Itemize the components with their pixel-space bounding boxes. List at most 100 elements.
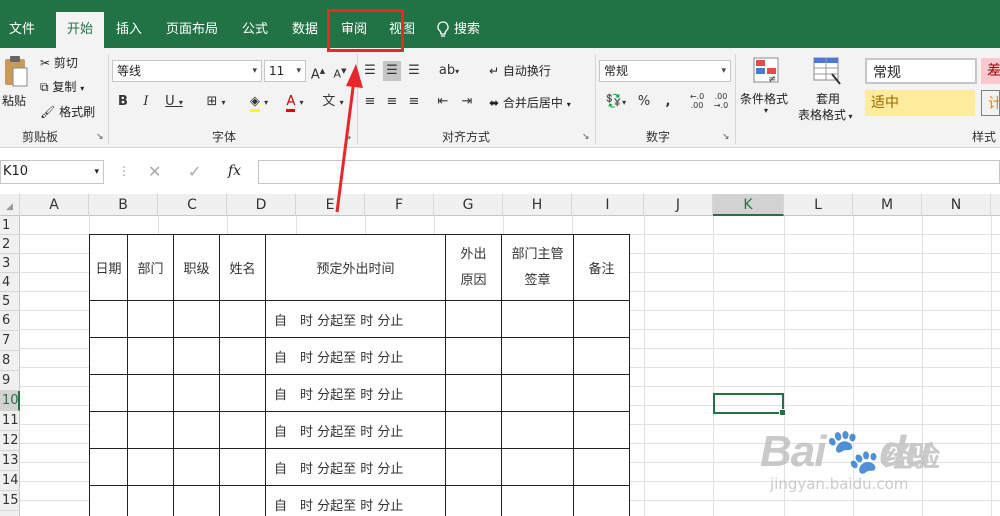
form-cell[interactable] [445, 300, 502, 338]
form-cell[interactable] [127, 485, 174, 516]
tab-formulas[interactable]: 公式 [234, 12, 276, 48]
row-header[interactable]: 1 [0, 216, 20, 235]
header-name[interactable]: 姓名 [219, 234, 266, 301]
borders-button[interactable]: ⊞ ▾ [200, 92, 232, 112]
format-as-table-button[interactable]: 套用 表格格式 ▾ [798, 54, 860, 126]
insert-function-button[interactable]: fx [228, 163, 241, 179]
copy-button[interactable]: ⧉ 复制 ▾ [40, 78, 84, 95]
form-cell[interactable] [173, 411, 220, 449]
form-cell[interactable] [573, 374, 630, 412]
phonetic-button[interactable]: 文 ▾ [318, 92, 348, 112]
row-header[interactable]: 9 [0, 371, 20, 391]
form-cell[interactable] [573, 300, 630, 338]
form-cell[interactable] [219, 374, 266, 412]
dialog-launcher-icon[interactable]: ↘ [582, 132, 590, 142]
form-cell[interactable] [127, 411, 174, 449]
wrap-text-button[interactable]: ↵ 自动换行 [489, 62, 551, 79]
form-cell[interactable] [501, 300, 574, 338]
merge-center-button[interactable]: ⬌ 合并后居中 ▾ [489, 94, 571, 111]
row-header[interactable]: 11 [0, 411, 20, 431]
header-reason[interactable]: 外出 原因 [445, 234, 502, 301]
row-header-selected[interactable]: 10 [0, 391, 20, 411]
column-header[interactable]: D [227, 194, 296, 216]
style-normal[interactable]: 常规 [865, 58, 977, 84]
form-cell[interactable] [127, 448, 174, 486]
tab-page-layout[interactable]: 页面布局 [158, 12, 226, 48]
column-header[interactable]: J [644, 194, 713, 216]
form-cell[interactable] [89, 485, 128, 516]
currency-button[interactable]: 💱▾ [601, 92, 631, 112]
align-top-icon[interactable]: ☰ [361, 61, 379, 81]
column-header-selected[interactable]: K [713, 194, 784, 216]
form-cell[interactable] [173, 485, 220, 516]
header-planned-time[interactable]: 预定外出时间 [265, 234, 446, 301]
column-header[interactable]: N [922, 194, 991, 216]
row-header[interactable]: 2 [0, 235, 20, 254]
decrease-indent-icon[interactable]: ⇤ [434, 92, 452, 112]
column-header[interactable]: H [503, 194, 572, 216]
tab-home[interactable]: 开始 [56, 12, 104, 48]
column-header[interactable]: B [89, 194, 158, 216]
form-cell[interactable] [501, 448, 574, 486]
column-header[interactable]: F [365, 194, 434, 216]
font-size-combo[interactable]: 11 ▾ [264, 60, 306, 82]
column-header[interactable]: G [434, 194, 503, 216]
form-cell[interactable] [89, 374, 128, 412]
form-cell[interactable] [89, 300, 128, 338]
enter-icon[interactable]: ✓ [188, 162, 201, 181]
header-level[interactable]: 职级 [173, 234, 220, 301]
style-neutral[interactable]: 适中 [865, 90, 975, 116]
underline-button[interactable]: U ▾ [161, 92, 187, 112]
formula-input[interactable] [258, 160, 1000, 184]
style-bad[interactable]: 差 [981, 58, 1000, 84]
form-cell[interactable] [501, 374, 574, 412]
time-slot-cell[interactable]: 自 时 分起至 时 分止 [265, 485, 446, 516]
form-cell[interactable] [219, 411, 266, 449]
comma-button[interactable]: , [660, 92, 676, 112]
time-slot-cell[interactable]: 自 时 分起至 时 分止 [265, 374, 446, 412]
form-cell[interactable] [573, 448, 630, 486]
dialog-launcher-icon[interactable]: ↘ [96, 132, 104, 142]
header-approval[interactable]: 部门主管 签章 [501, 234, 574, 301]
form-cell[interactable] [89, 411, 128, 449]
form-cell[interactable] [445, 448, 502, 486]
increase-indent-icon[interactable]: ⇥ [458, 92, 476, 112]
form-cell[interactable] [501, 337, 574, 375]
row-header[interactable]: 15 [0, 491, 20, 511]
align-left-icon[interactable]: ≡ [361, 92, 379, 112]
row-header[interactable]: 6 [0, 311, 20, 331]
form-cell[interactable] [127, 374, 174, 412]
font-name-combo[interactable]: 等线 ▾ [112, 60, 262, 82]
decrease-font-icon[interactable]: A▼ [332, 61, 348, 81]
form-cell[interactable] [501, 411, 574, 449]
column-header[interactable]: M [853, 194, 922, 216]
row-header[interactable]: 4 [0, 273, 20, 292]
name-box[interactable]: K10 ▾ [0, 160, 104, 184]
align-right-icon[interactable]: ≡ [405, 92, 423, 112]
cut-button[interactable]: ✂ 剪切 [40, 54, 78, 71]
form-cell[interactable] [89, 448, 128, 486]
fill-color-button[interactable]: ◈ ▾ [243, 92, 275, 112]
conditional-format-button[interactable]: ≠ 条件格式 ▾ [740, 54, 796, 126]
column-header[interactable]: I [572, 194, 644, 216]
form-cell[interactable] [445, 485, 502, 516]
form-cell[interactable] [219, 337, 266, 375]
dialog-launcher-icon[interactable]: ↘ [722, 132, 730, 142]
row-header[interactable]: 8 [0, 351, 20, 371]
row-header[interactable]: 3 [0, 254, 20, 273]
form-cell[interactable] [445, 411, 502, 449]
paste-button[interactable]: 粘贴 [2, 54, 32, 114]
form-cell[interactable] [127, 337, 174, 375]
row-header[interactable]: 12 [0, 431, 20, 451]
tab-file[interactable]: 文件 [0, 12, 44, 48]
row-header[interactable]: 5 [0, 292, 20, 311]
row-header[interactable]: 7 [0, 331, 20, 351]
decrease-decimal-icon[interactable]: .00 →.0 [712, 92, 730, 112]
align-bottom-icon[interactable]: ☰ [405, 61, 423, 81]
form-cell[interactable] [445, 337, 502, 375]
time-slot-cell[interactable]: 自 时 分起至 时 分止 [265, 337, 446, 375]
align-middle-icon[interactable]: ☰ [383, 61, 401, 81]
form-cell[interactable] [219, 448, 266, 486]
tab-search[interactable]: 搜索 [436, 12, 496, 48]
form-cell[interactable] [173, 300, 220, 338]
